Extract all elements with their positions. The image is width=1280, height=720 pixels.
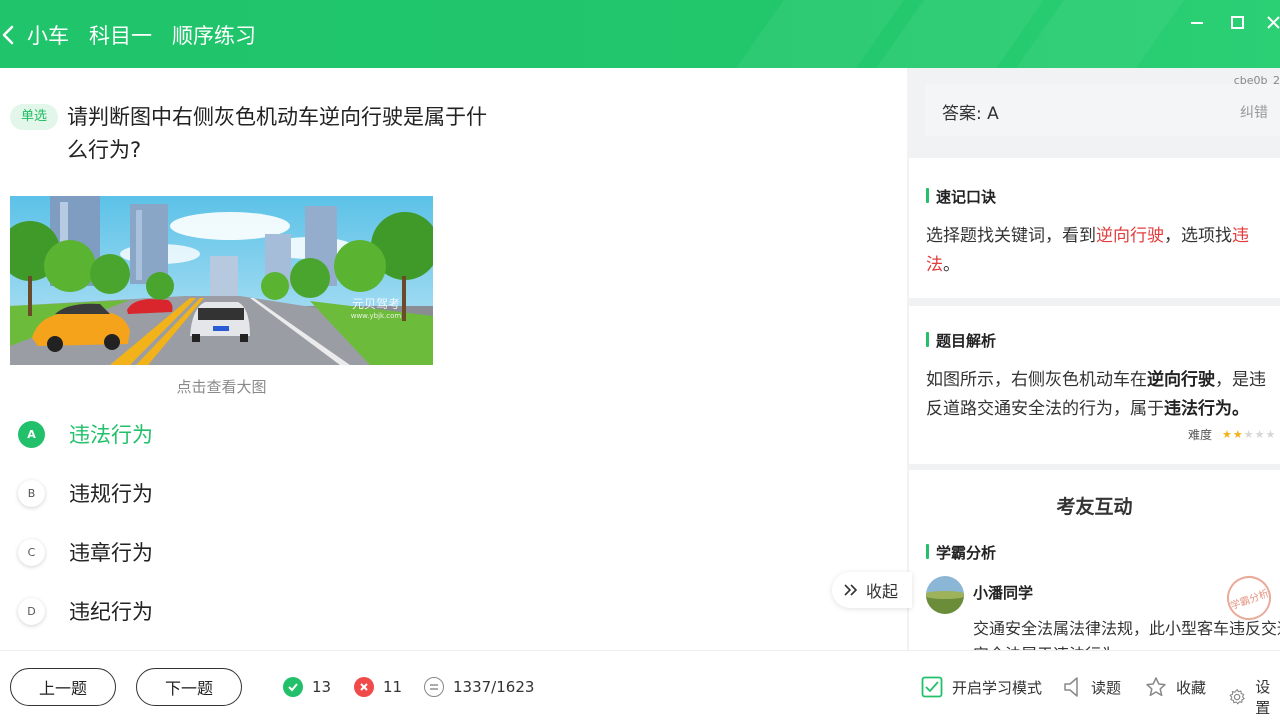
option-b-text: 违规行为 (69, 482, 153, 506)
next-question-button[interactable]: 下一题 (136, 668, 242, 706)
star-filled-icon: ★ (1222, 428, 1233, 441)
option-d-letter: D (18, 597, 45, 625)
mnemonic-text: 选择题找关键词，看到逆向行驶，选项找违法。 (926, 226, 1249, 275)
back-arrow-icon[interactable] (0, 22, 18, 48)
community-title: 考友互动 (1056, 496, 1133, 518)
comment-username[interactable]: 小潘同学 (973, 582, 1033, 603)
analysis-card: 题目解析 如图所示，右侧灰色机动车在逆向行驶，是违反道路交通安全法的行为，属于违… (909, 306, 1280, 464)
mnemonic-card: 速记口诀 选择题找关键词，看到逆向行驶，选项找违法。 (909, 158, 1280, 298)
read-question-button[interactable]: 读题 (1062, 676, 1121, 698)
breadcrumb-mode[interactable]: 顺序练习 (172, 20, 256, 50)
study-mode-label: 开启学习模式 (952, 678, 1043, 697)
difficulty-stars: ★★★★★ (1222, 428, 1276, 441)
report-error-button[interactable]: 纠错 (1240, 102, 1268, 122)
star-empty-icon: ★ (1243, 428, 1255, 441)
header-decoration (736, 0, 904, 68)
user-avatar[interactable] (926, 576, 964, 614)
option-c[interactable]: C 违章行为 (18, 535, 518, 569)
check-icon (283, 677, 303, 697)
option-d[interactable]: D 违纪行为 (18, 594, 518, 628)
question-image[interactable]: 元贝驾考 www.ybjk.com (10, 196, 433, 365)
question-type-badge: 单选 (10, 104, 58, 130)
expert-analysis-title: 学霸分析 (926, 542, 996, 563)
question-text: 请判断图中右侧灰色机动车逆向行驶是属于什么行为? (67, 105, 487, 162)
image-watermark: 元贝驾考 (352, 297, 400, 311)
favorite-button[interactable]: 收藏 (1145, 676, 1206, 698)
minimize-icon[interactable] (1186, 12, 1208, 34)
study-mode-toggle[interactable]: 开启学习模式 (921, 676, 1042, 698)
difficulty-label: 难度 (1188, 428, 1213, 442)
maximize-icon[interactable] (1226, 12, 1248, 34)
correct-count: 13 (283, 677, 331, 697)
star-empty-icon: ★ (1254, 428, 1266, 441)
breadcrumb: 小车 科目一 顺序练习 (27, 20, 256, 50)
gear-icon (1229, 689, 1245, 705)
bottom-toolbar: 上一题 下一题 13 11 1337/1623 开启学习模式 读题 收藏 设置 (0, 650, 1280, 720)
header-decoration (1016, 0, 1184, 68)
community-card: 考友互动 学霸分析 小潘同学 交通安全法属法律法规，此小型客车违反交通安全法属于… (909, 470, 1280, 650)
prev-question-button[interactable]: 上一题 (10, 668, 116, 706)
title-bar: 小车 科目一 顺序练习 (0, 0, 1280, 68)
double-chevron-right-icon (844, 584, 858, 596)
view-large-image-link[interactable]: 点击查看大图 (10, 376, 433, 397)
option-c-letter: C (18, 538, 45, 566)
question-progress[interactable]: 1337/1623 (424, 677, 534, 697)
close-icon[interactable] (1262, 12, 1280, 34)
collapse-label: 收起 (866, 582, 899, 601)
star-empty-icon: ★ (1265, 428, 1277, 441)
option-a[interactable]: A 违法行为 (18, 417, 518, 451)
difficulty-rating: 难度 ★★★★★ (1188, 426, 1276, 443)
image-watermark-url: www.ybjk.com (351, 312, 402, 320)
breadcrumb-vehicle[interactable]: 小车 (27, 20, 69, 50)
favorite-label: 收藏 (1176, 678, 1207, 697)
speaker-icon (1064, 677, 1078, 697)
analysis-title: 题目解析 (926, 330, 996, 351)
header-decoration (876, 0, 1044, 68)
wrong-count: 11 (354, 677, 402, 697)
list-icon (424, 677, 444, 697)
analysis-text: 如图所示，右侧灰色机动车在逆向行驶，是违反道路交通安全法的行为，属于违法行为。 (926, 370, 1266, 419)
comment-text: 交通安全法属法律法规，此小型客车违反交通安全法属于违法行为。 (973, 619, 1280, 650)
checkbox-icon (921, 676, 943, 698)
mnemonic-title: 速记口诀 (926, 186, 996, 207)
option-b-letter: B (18, 479, 45, 507)
read-label: 读题 (1091, 678, 1122, 697)
option-c-text: 违章行为 (69, 541, 153, 565)
option-b[interactable]: B 违规行为 (18, 476, 518, 510)
answer-panel: cbe0b_2 答案: A 纠错 速记口诀 选择题找关键词，看到逆向行驶，选项找… (907, 68, 1280, 650)
answer-box: 答案: A 纠错 (925, 84, 1280, 136)
settings-label: 设置 (1255, 678, 1271, 717)
breadcrumb-subject[interactable]: 科目一 (89, 20, 152, 50)
answer-label: 答案: A (942, 104, 999, 124)
correct-count-value: 13 (312, 678, 332, 696)
star-icon (1146, 677, 1166, 697)
progress-value: 1337/1623 (453, 678, 535, 696)
option-a-text: 违法行为 (69, 423, 153, 447)
settings-button[interactable]: 设置 (1228, 676, 1280, 718)
cross-icon (354, 677, 374, 697)
option-a-letter: A (18, 420, 45, 448)
collapse-panel-button[interactable]: 收起 (832, 572, 912, 608)
star-filled-icon: ★ (1232, 428, 1244, 441)
option-d-text: 违纪行为 (69, 600, 153, 624)
wrong-count-value: 11 (383, 678, 403, 696)
